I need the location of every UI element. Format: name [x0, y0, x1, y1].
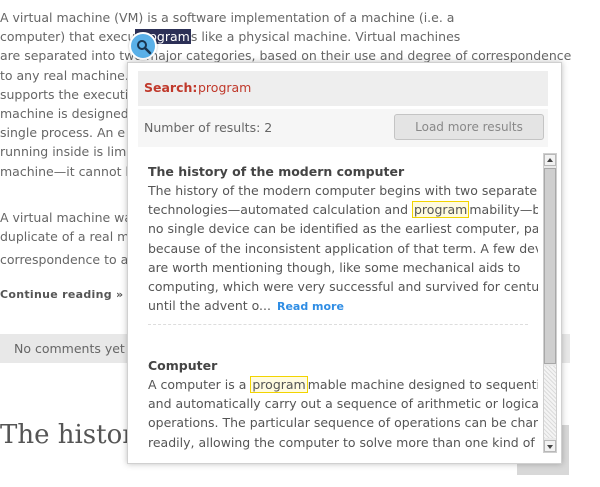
search-term: program [198, 80, 252, 95]
results-count: Number of results: 2 [144, 120, 273, 135]
excerpt-line: are worth mentioning though, like some m… [148, 259, 521, 275]
excerpt-line: technologies—automated calculation and p… [148, 200, 538, 219]
article-paragraph-2: A virtual machine wa duplicate of a real… [0, 208, 132, 270]
result-title[interactable]: Computer [148, 357, 538, 375]
result-item: The history of the modern computer The h… [148, 163, 538, 315]
result-item: Computer A computer is a program mable ma… [148, 357, 538, 452]
keyword-highlight: program [250, 376, 308, 393]
text-fragment: technologies—automated calculation and [148, 202, 412, 218]
excerpt-line: The history of the modern computer begin… [148, 183, 538, 198]
paragraph-line: computer) that execuprograms like a phys… [0, 27, 571, 46]
result-excerpt: The history of the modern computer begin… [148, 181, 538, 315]
search-header: Search: program [138, 71, 548, 106]
arrow-up-icon[interactable] [544, 154, 556, 166]
continue-reading-link[interactable]: Continue reading » [0, 288, 123, 301]
excerpt-line: because of the inconsistent application … [148, 240, 538, 256]
results-divider [148, 324, 528, 325]
search-results-popup: Search: program Number of results: 2 Loa… [127, 62, 562, 464]
text-fragment: mable machine designed to sequentially [307, 377, 538, 392]
excerpt-line: computing, which were very successful an… [148, 278, 538, 294]
text-fragment: until the advent o... [148, 298, 271, 314]
paragraph-line: A virtual machine wa [0, 210, 133, 225]
results-scrollbar[interactable] [543, 153, 557, 453]
next-post-title[interactable]: The histor [0, 420, 135, 450]
comments-count-label[interactable]: No comments yet [14, 341, 125, 356]
excerpt-line: readily, allowing the computer to solve … [148, 434, 535, 450]
results-list: The history of the modern computer The h… [138, 157, 538, 457]
load-more-button[interactable]: Load more results [394, 114, 544, 140]
arrow-down-icon[interactable] [544, 440, 556, 452]
text-fragment: A computer is a [148, 377, 251, 392]
text-fragment: s like a physical machine. Virtual machi… [190, 29, 461, 45]
magnifier-icon[interactable] [129, 32, 157, 60]
text-fragment: computer) that execu [0, 29, 136, 45]
result-excerpt: A computer is a program mable machine des… [148, 375, 538, 452]
excerpt-line: no single device can be identified as th… [148, 221, 538, 237]
excerpt-line: until the advent o... Read more [148, 296, 538, 315]
excerpt-line: A computer is a program mable machine des… [148, 375, 538, 394]
text-fragment: mability—but [469, 202, 538, 218]
read-more-link[interactable]: Read more [277, 300, 344, 313]
scrollbar-thumb[interactable] [544, 168, 556, 364]
excerpt-line: operations. The particular sequence of o… [148, 415, 538, 431]
search-label: Search: [144, 80, 198, 95]
result-title[interactable]: The history of the modern computer [148, 163, 538, 181]
paragraph-line: A virtual machine (VM) is a software imp… [0, 10, 455, 25]
excerpt-line: and automatically carry out a sequence o… [148, 396, 538, 412]
keyword-highlight: program [412, 201, 470, 219]
paragraph-line: duplicate of a real m [0, 229, 130, 245]
results-count-row: Number of results: 2 Load more results [138, 109, 548, 147]
paragraph-line: correspondence to a [0, 252, 129, 268]
scrollbar-track[interactable] [544, 366, 556, 438]
